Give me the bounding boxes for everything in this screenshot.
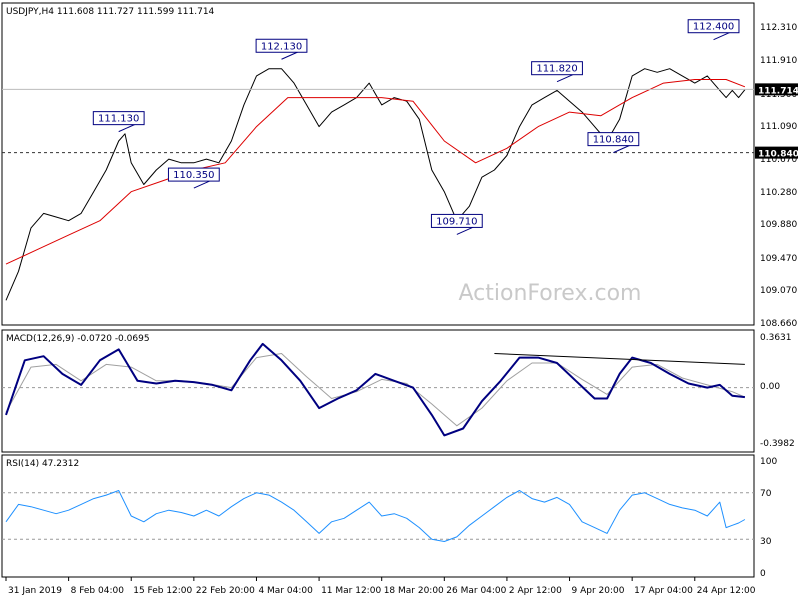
price-y-axis: 112.310 111.910 111.500 111.090 110.670 … <box>760 23 797 329</box>
x-tick-label: 31 Jan 2019 <box>8 586 62 596</box>
x-tick-label: 26 Mar 04:00 <box>446 586 506 596</box>
price-header: USDJPY,H4 111.608 111.727 111.599 111.71… <box>6 7 215 17</box>
price-y-tick: 109.470 <box>760 254 797 264</box>
rsi-y-tick: 70 <box>760 489 772 499</box>
price-annotation: 112.130 <box>261 41 302 52</box>
x-tick-label: 2 Apr 12:00 <box>509 586 562 596</box>
rsi-y-tick: 0 <box>760 569 766 579</box>
level-price-tag: 110.840 <box>758 150 799 160</box>
x-tick-label: 11 Mar 12:00 <box>321 586 381 596</box>
x-tick-label: 4 Mar 04:00 <box>258 586 313 596</box>
usdjpy-h4-chart: ActionForex.com USDJPY,H4 111.608 111.72… <box>1 2 799 596</box>
x-tick-label: 18 Mar 20:00 <box>384 586 444 596</box>
price-y-tick: 112.310 <box>760 23 797 33</box>
x-tick-label: 9 Apr 20:00 <box>572 586 625 596</box>
x-tick-label: 15 Feb 12:00 <box>133 586 192 596</box>
rsi-y-tick: 30 <box>760 537 772 547</box>
price-y-tick: 110.280 <box>760 188 797 198</box>
x-axis: 31 Jan 2019 8 Feb 04:00 15 Feb 12:00 22 Feb… <box>5 577 756 596</box>
rsi-header: RSI(14) 47.2312 <box>6 459 79 469</box>
macd-panel-frame <box>1 329 755 453</box>
macd-y-tick: 0.00 <box>760 382 780 392</box>
price-annotation: 110.350 <box>173 170 214 181</box>
price-annotation: 111.130 <box>98 114 139 125</box>
price-y-tick: 111.090 <box>760 122 797 132</box>
x-tick-label: 17 Apr 04:00 <box>634 586 693 596</box>
price-annotation: 111.820 <box>536 64 577 75</box>
rsi-y-tick: 100 <box>760 457 777 467</box>
macd-y-tick: -0.3982 <box>760 439 795 449</box>
price-annotation: 112.400 <box>693 22 734 33</box>
price-panel-frame <box>1 2 755 326</box>
macd-y-tick: 0.3631 <box>760 333 792 343</box>
price-y-tick: 109.880 <box>760 220 797 230</box>
x-tick-label: 8 Feb 04:00 <box>71 586 125 596</box>
price-y-tick: 109.070 <box>760 286 797 296</box>
rsi-y-axis: 100 70 30 0 <box>760 457 777 579</box>
macd-header: MACD(12,26,9) -0.0720 -0.0695 <box>6 334 150 344</box>
watermark: ActionForex.com <box>459 281 642 306</box>
price-annotation: 110.840 <box>593 135 634 146</box>
x-tick-label: 22 Feb 20:00 <box>196 586 255 596</box>
price-y-tick: 108.660 <box>760 319 797 329</box>
price-annotation: 109.710 <box>436 216 477 227</box>
current-price-tag: 111.714 <box>758 86 799 96</box>
price-y-tick: 111.910 <box>760 56 797 66</box>
rsi-panel-frame <box>1 454 755 578</box>
x-tick-label: 24 Apr 12:00 <box>697 586 756 596</box>
macd-y-axis: 0.3631 0.00 -0.3982 <box>760 333 795 449</box>
